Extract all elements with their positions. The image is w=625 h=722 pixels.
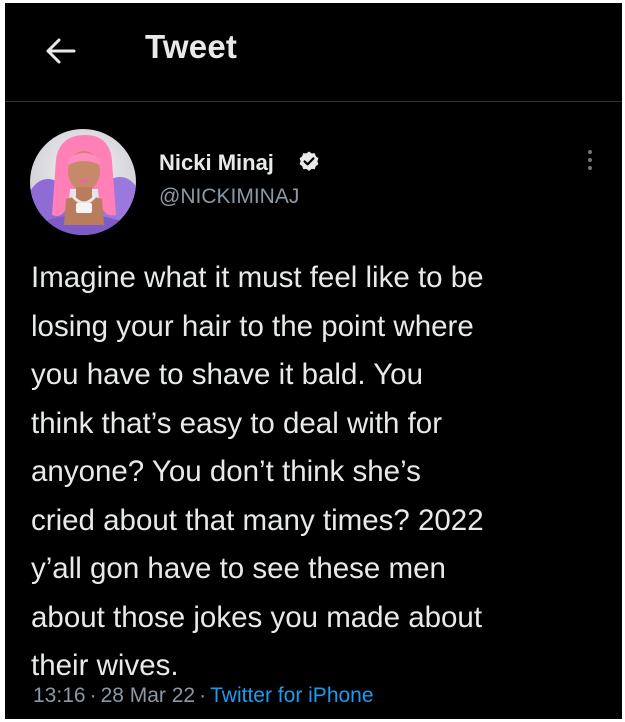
tweet-text: Imagine what it must feel like to be los…	[31, 254, 611, 691]
tweet-line: think that’s easy to deal with for	[31, 406, 443, 440]
back-button[interactable]	[39, 29, 83, 73]
tweet-time[interactable]: 13:16	[33, 684, 86, 707]
tweet-line: y’all gon have to see these men	[31, 552, 446, 585]
tweet-meta: 13:16 · 28 Mar 22 · Twitter for iPhone	[33, 684, 374, 708]
top-bar: Tweet	[5, 3, 622, 102]
tweet-line: Imagine what it must feel like to be	[31, 261, 484, 294]
page-title: Tweet	[145, 28, 238, 65]
arrow-left-icon	[46, 38, 76, 64]
tweet-screen: Tweet Nicki Minaj @NICKIMINAJ Imagine wh…	[5, 3, 622, 719]
tweet-date[interactable]: 28 Mar 22	[101, 684, 196, 707]
author-name[interactable]: Nicki Minaj	[159, 150, 274, 176]
profile-avatar	[30, 129, 136, 235]
tweet-source-link[interactable]: Twitter for iPhone	[210, 684, 373, 707]
more-options-button[interactable]	[577, 143, 603, 177]
avatar[interactable]	[30, 129, 136, 235]
tweet-line: about those jokes you made about	[31, 600, 483, 634]
more-vertical-icon-dot	[588, 166, 592, 170]
tweet-line: you have to shave it bald. You	[31, 358, 423, 391]
tweet-line: cried about that many times? 2022	[31, 503, 484, 537]
meta-separator: ·	[89, 684, 97, 707]
more-vertical-icon-dot	[588, 158, 592, 162]
verified-badge-icon	[299, 151, 319, 171]
tweet-line: losing your hair to the point where	[31, 309, 474, 343]
author-handle[interactable]: @NICKIMINAJ	[159, 185, 299, 209]
meta-separator: ·	[199, 684, 207, 707]
tweet-line: anyone? You don’t think she’s	[31, 455, 421, 488]
more-vertical-icon	[588, 150, 592, 154]
